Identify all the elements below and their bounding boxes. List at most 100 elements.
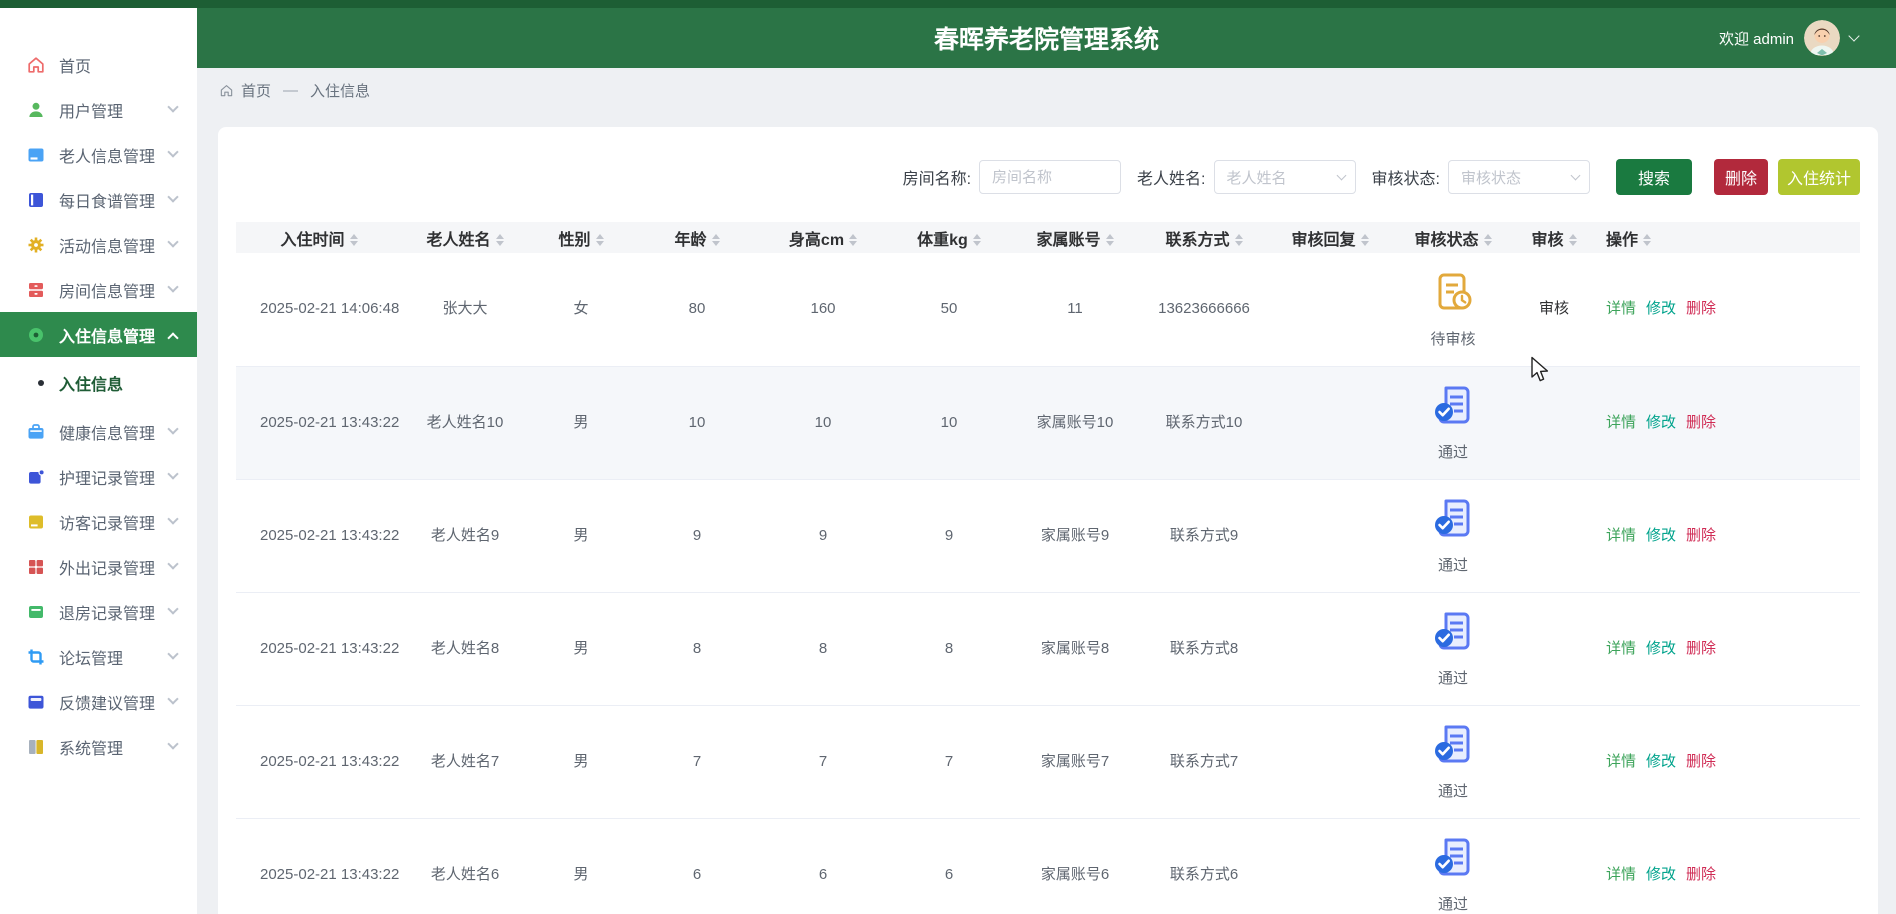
chevron-down-icon — [1571, 171, 1581, 181]
sidebar-item-elder-info[interactable]: 老人信息管理 — [0, 132, 197, 177]
delete-button[interactable]: 删除 — [1714, 159, 1768, 195]
sidebar-item-system[interactable]: 系统管理 — [0, 724, 197, 769]
detail-link[interactable]: 详情 — [1606, 524, 1636, 545]
avatar[interactable] — [1804, 20, 1840, 56]
edit-link[interactable]: 修改 — [1646, 411, 1676, 432]
col-header-audit-status[interactable]: 审核状态 — [1390, 222, 1516, 253]
sidebar-item-label: 房间信息管理 — [59, 278, 169, 302]
audit-status-select[interactable]: 审核状态 — [1448, 160, 1590, 194]
delete-link[interactable]: 删除 — [1686, 863, 1716, 884]
table-row[interactable]: 2025-02-21 13:43:22 老人姓名10 男 10 10 10 家属… — [236, 366, 1860, 479]
table-row[interactable]: 2025-02-21 13:43:22 老人姓名9 男 9 9 9 家属账号9 … — [236, 479, 1860, 592]
table-row[interactable]: 2025-02-21 13:43:22 老人姓名7 男 7 7 7 家属账号7 … — [236, 705, 1860, 818]
sort-carets-icon[interactable] — [973, 234, 981, 246]
sidebar-item-users[interactable]: 用户管理 — [0, 87, 197, 132]
col-header-elder-name[interactable]: 老人姓名 — [402, 222, 528, 253]
delete-link[interactable]: 删除 — [1686, 750, 1716, 771]
cell-checkin-time: 2025-02-21 13:43:22 — [236, 705, 402, 818]
user-menu[interactable]: 欢迎 admin — [1719, 8, 1858, 68]
breadcrumb-home[interactable]: 首页 — [241, 80, 271, 101]
sort-carets-icon[interactable] — [350, 234, 358, 246]
col-header-age[interactable]: 年龄 — [634, 222, 760, 253]
col-header-height[interactable]: 身高cm — [760, 222, 886, 253]
cell-operations: 详情修改删除 — [1592, 592, 1860, 705]
cell-weight: 50 — [886, 253, 1012, 366]
detail-link[interactable]: 详情 — [1606, 411, 1636, 432]
sort-carets-icon[interactable] — [712, 234, 720, 246]
sidebar-item-activity[interactable]: 活动信息管理 — [0, 222, 197, 267]
col-header-checkin-time[interactable]: 入住时间 — [236, 222, 402, 253]
sidebar-item-daily-menu[interactable]: 每日食谱管理 — [0, 177, 197, 222]
edit-link[interactable]: 修改 — [1646, 750, 1676, 771]
audit-link[interactable]: 审核 — [1539, 300, 1569, 317]
sidebar-item-visitor[interactable]: 访客记录管理 — [0, 499, 197, 544]
checkin-icon — [26, 325, 46, 345]
col-header-weight[interactable]: 体重kg — [886, 222, 1012, 253]
delete-link[interactable]: 删除 — [1686, 297, 1716, 318]
sort-carets-icon[interactable] — [596, 234, 604, 246]
search-button[interactable]: 搜索 — [1616, 159, 1692, 195]
delete-link[interactable]: 删除 — [1686, 637, 1716, 658]
cell-age: 7 — [634, 705, 760, 818]
cell-elder-name: 张大大 — [402, 253, 528, 366]
detail-link[interactable]: 详情 — [1606, 863, 1636, 884]
delete-link[interactable]: 删除 — [1686, 411, 1716, 432]
col-header-family-account[interactable]: 家属账号 — [1012, 222, 1138, 253]
user-icon — [26, 100, 46, 120]
edit-link[interactable]: 修改 — [1646, 297, 1676, 318]
detail-link[interactable]: 详情 — [1606, 297, 1636, 318]
table-row[interactable]: 2025-02-21 13:43:22 老人姓名6 男 6 6 6 家属账号6 … — [236, 818, 1860, 914]
sidebar-item-home[interactable]: 首页 — [0, 42, 197, 87]
detail-link[interactable]: 详情 — [1606, 750, 1636, 771]
sidebar-item-outing[interactable]: 外出记录管理 — [0, 544, 197, 589]
sidebar-item-checkin[interactable]: 入住信息管理 — [0, 312, 197, 357]
edit-link[interactable]: 修改 — [1646, 524, 1676, 545]
table-row[interactable]: 2025-02-21 13:43:22 老人姓名8 男 8 8 8 家属账号8 … — [236, 592, 1860, 705]
sort-carets-icon[interactable] — [496, 234, 504, 246]
sort-carets-icon[interactable] — [1569, 234, 1577, 246]
sidebar-item-checkout[interactable]: 退房记录管理 — [0, 589, 197, 634]
edit-link[interactable]: 修改 — [1646, 863, 1676, 884]
sidebar-item-label: 退房记录管理 — [59, 600, 169, 624]
elder-name-select-placeholder: 老人姓名 — [1227, 167, 1287, 188]
sort-carets-icon[interactable] — [1106, 234, 1114, 246]
sidebar-item-forum[interactable]: 论坛管理 — [0, 634, 197, 679]
col-header-audit[interactable]: 审核 — [1516, 222, 1592, 253]
sort-carets-icon[interactable] — [849, 234, 857, 246]
checkin-stats-button[interactable]: 入住统计 — [1778, 159, 1860, 195]
sort-carets-icon[interactable] — [1484, 234, 1492, 246]
col-header-contact[interactable]: 联系方式 — [1138, 222, 1270, 253]
col-header-gender[interactable]: 性别 — [528, 222, 634, 253]
outing-icon — [26, 557, 46, 577]
cell-audit — [1516, 366, 1592, 479]
app-header: 春晖养老院管理系统 欢迎 admin — [197, 8, 1896, 68]
cell-contact: 联系方式9 — [1138, 479, 1270, 592]
cell-family-account: 家属账号6 — [1012, 818, 1138, 914]
sidebar-item-feedback[interactable]: 反馈建议管理 — [0, 679, 197, 724]
sort-carets-icon[interactable] — [1361, 234, 1369, 246]
elder-info-icon — [26, 145, 46, 165]
edit-link[interactable]: 修改 — [1646, 637, 1676, 658]
cell-elder-name: 老人姓名6 — [402, 818, 528, 914]
delete-link[interactable]: 删除 — [1686, 524, 1716, 545]
sidebar-item-health[interactable]: 健康信息管理 — [0, 409, 197, 454]
status-passed-icon — [1430, 609, 1476, 659]
chevron-down-icon — [167, 423, 178, 434]
cell-age: 10 — [634, 366, 760, 479]
table-row[interactable]: 2025-02-21 14:06:48 张大大 女 80 160 50 11 1… — [236, 253, 1860, 366]
cell-gender: 女 — [528, 253, 634, 366]
sort-carets-icon[interactable] — [1643, 234, 1651, 246]
sidebar-item-label: 每日食谱管理 — [59, 188, 169, 212]
sidebar-subitem-checkin-info[interactable]: 入住信息 — [0, 357, 197, 409]
room-name-input[interactable] — [979, 160, 1121, 194]
detail-link[interactable]: 详情 — [1606, 637, 1636, 658]
col-header-audit-reply[interactable]: 审核回复 — [1270, 222, 1390, 253]
cell-audit — [1516, 479, 1592, 592]
sidebar-item-room[interactable]: 房间信息管理 — [0, 267, 197, 312]
sort-carets-icon[interactable] — [1235, 234, 1243, 246]
col-header-operations[interactable]: 操作 — [1592, 222, 1860, 253]
cell-contact: 联系方式10 — [1138, 366, 1270, 479]
sidebar-item-nursing[interactable]: 护理记录管理 — [0, 454, 197, 499]
top-accent-strip — [0, 0, 1896, 8]
elder-name-select[interactable]: 老人姓名 — [1214, 160, 1356, 194]
